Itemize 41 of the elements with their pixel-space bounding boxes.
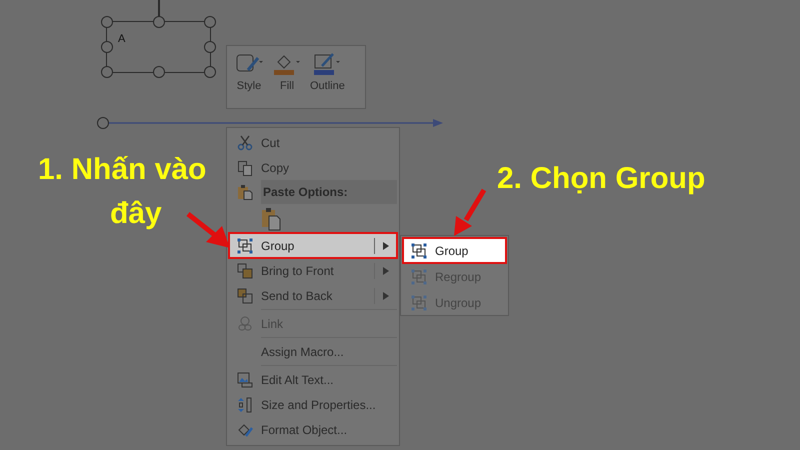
- link-icon: [237, 316, 253, 332]
- resize-handle[interactable]: [101, 41, 113, 53]
- pencil-icon: [312, 52, 342, 76]
- group-icon: [411, 294, 427, 310]
- menu-item[interactable]: Format Object...: [229, 417, 397, 442]
- resize-icon: [237, 396, 253, 412]
- layers-icon: [237, 262, 253, 278]
- toolbar-button[interactable]: Fill: [269, 50, 305, 104]
- menu-item[interactable]: Send to Back: [229, 283, 397, 308]
- group-icon: [411, 242, 427, 258]
- picture-frame-icon: [237, 372, 253, 388]
- resize-handle[interactable]: [204, 16, 216, 28]
- resize-handle[interactable]: [204, 66, 216, 78]
- annotation-text: 1. Nhấn vào: [38, 152, 206, 188]
- menu-item[interactable]: Cut: [229, 130, 397, 155]
- resize-handle[interactable]: [204, 41, 216, 53]
- toolbar-button[interactable]: Style: [231, 50, 267, 104]
- group-icon: [411, 268, 427, 284]
- menu-item[interactable]: Size and Properties...: [229, 392, 397, 417]
- resize-handle[interactable]: [153, 16, 165, 28]
- menu-item[interactable]: Copy: [229, 155, 397, 180]
- paste-icon: [237, 184, 253, 200]
- annotation-text: 2. Chọn Group: [497, 161, 706, 197]
- menu-item[interactable]: Group: [403, 238, 506, 263]
- paste-option-icon[interactable]: [261, 207, 281, 231]
- paint-brush-icon: [237, 422, 253, 438]
- menu-item[interactable]: Bring to Front: [229, 258, 397, 283]
- menu-item[interactable]: Assign Macro...: [229, 339, 397, 364]
- resize-handle[interactable]: [101, 66, 113, 78]
- menu-item[interactable]: Edit Alt Text...: [229, 367, 397, 392]
- resize-handle[interactable]: [153, 66, 165, 78]
- toolbar-button[interactable]: Outline: [307, 50, 348, 104]
- line-handle[interactable]: [97, 117, 109, 129]
- resize-handle[interactable]: [101, 16, 113, 28]
- group-icon: [237, 238, 253, 254]
- shape-label: A: [118, 33, 126, 45]
- layers-icon: [237, 288, 253, 304]
- scissors-icon: [237, 134, 253, 150]
- annotation-text: đây: [109, 196, 163, 232]
- menu-item[interactable]: Group: [229, 233, 397, 258]
- copy-icon: [237, 160, 253, 176]
